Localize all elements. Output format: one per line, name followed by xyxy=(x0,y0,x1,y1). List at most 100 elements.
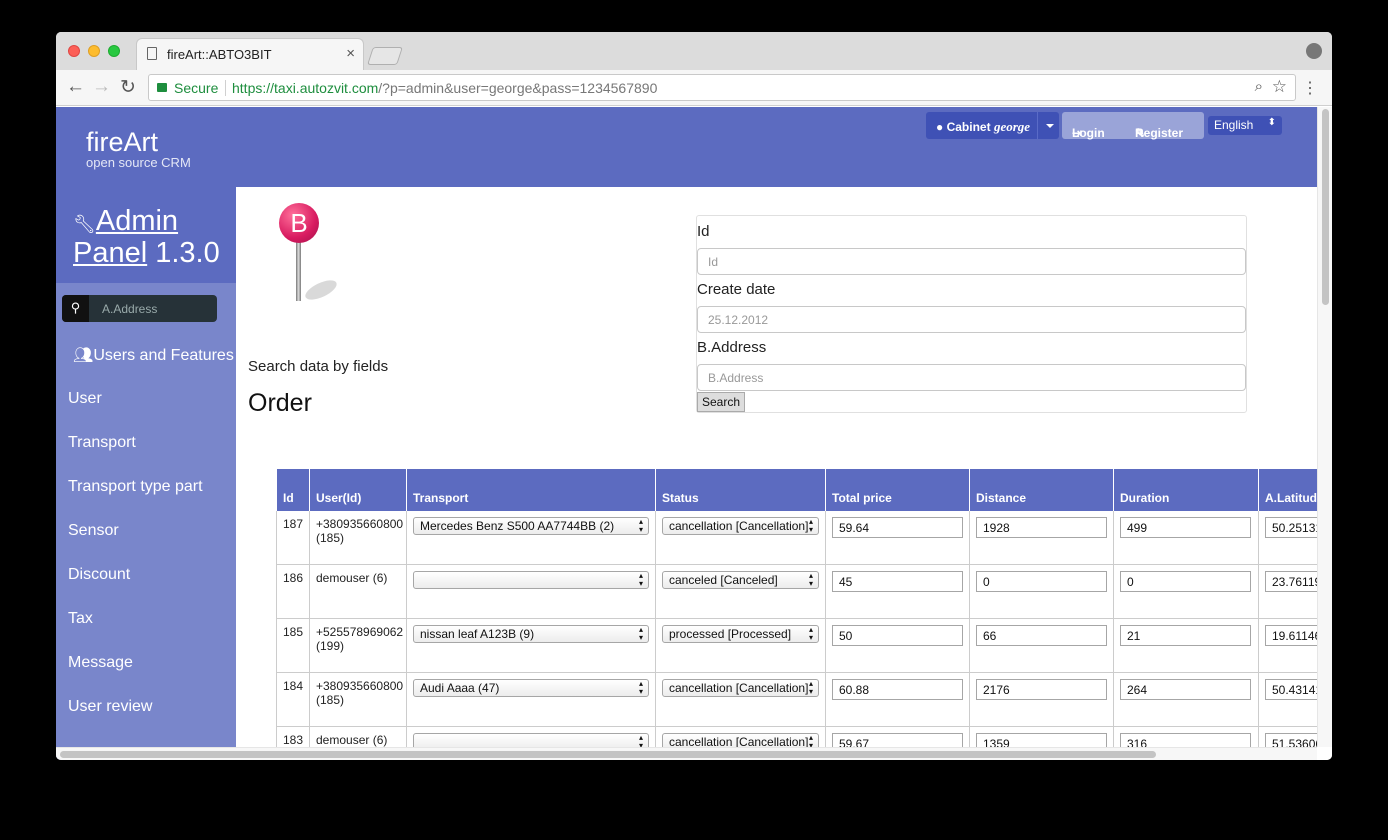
back-icon[interactable]: ← xyxy=(66,76,85,98)
col-total-price[interactable]: Total price xyxy=(825,469,969,511)
total-price-input[interactable]: 45 xyxy=(832,571,963,592)
table-row: 186 demouser (6) canceled [Canceled] 45 … xyxy=(276,565,1317,619)
total-price-input[interactable]: 59.64 xyxy=(832,517,963,538)
bookmark-star-icon[interactable]: ☆ xyxy=(1272,77,1287,97)
duration-input[interactable]: 499 xyxy=(1120,517,1251,538)
cell-distance: 0 xyxy=(969,565,1113,619)
distance-input[interactable]: 0 xyxy=(976,571,1107,592)
vertical-scroll-thumb[interactable] xyxy=(1322,109,1329,305)
cell-duration: 499 xyxy=(1113,511,1258,565)
id-input[interactable]: Id xyxy=(697,248,1246,275)
col-a-latitude[interactable]: A.Latitude xyxy=(1258,469,1317,511)
close-window-button[interactable] xyxy=(68,45,80,57)
browser-toolbar: ← → ↻ Secure https://taxi.autozvit.com/?… xyxy=(56,70,1332,106)
duration-input[interactable]: 0 xyxy=(1120,571,1251,592)
sidebar-search-placeholder: A.Address xyxy=(102,302,158,316)
url-text[interactable]: https://taxi.autozvit.com/?p=admin&user=… xyxy=(232,80,657,96)
cabinet-dropdown-toggle[interactable] xyxy=(1037,112,1059,139)
url-host: https://taxi.autozvit.com xyxy=(232,80,379,96)
sidebar-item-transport-type-part[interactable]: Transport type part xyxy=(68,478,203,496)
cell-id: 187 xyxy=(276,511,309,565)
cell-a-latitude: 23.761193 xyxy=(1258,565,1317,619)
sidebar-item-sensor[interactable]: Sensor xyxy=(68,522,119,540)
browser-tab[interactable]: fireArt::ABTO3BIT × xyxy=(136,38,364,70)
sidebar-item-message[interactable]: Message xyxy=(68,654,133,672)
a-latitude-input[interactable]: 23.761193 xyxy=(1265,571,1317,592)
a-latitude-input[interactable]: 19.611463 xyxy=(1265,625,1317,646)
create-date-input[interactable]: 25.12.2012 xyxy=(697,306,1246,333)
cell-transport: Mercedes Benz S500 AA7744BB (2) xyxy=(406,511,655,565)
transport-select[interactable]: Mercedes Benz S500 AA7744BB (2) xyxy=(413,517,649,535)
col-duration[interactable]: Duration xyxy=(1113,469,1258,511)
distance-input[interactable]: 2176 xyxy=(976,679,1107,700)
b-address-input[interactable]: B.Address xyxy=(697,364,1246,391)
sidebar-item-discount[interactable]: Discount xyxy=(68,566,130,584)
total-price-input[interactable]: 50 xyxy=(832,625,963,646)
horizontal-scrollbar[interactable] xyxy=(56,747,1317,760)
reload-icon[interactable]: ↻ xyxy=(120,76,136,99)
filter-form: Id Id Create date 25.12.2012 B.Address B… xyxy=(696,215,1247,413)
a-latitude-input[interactable]: 50.431414 xyxy=(1265,679,1317,700)
cell-id: 186 xyxy=(276,565,309,619)
duration-input[interactable]: 264 xyxy=(1120,679,1251,700)
cell-total-price: 59.64 xyxy=(825,511,969,565)
address-divider xyxy=(225,80,226,96)
distance-input[interactable]: 1928 xyxy=(976,517,1107,538)
cell-user: +525578969062 (199) xyxy=(309,619,406,673)
sidebar-item-tax[interactable]: Tax xyxy=(68,610,93,628)
browser-menu-icon[interactable]: ⋮ xyxy=(1302,78,1318,98)
transport-select[interactable] xyxy=(413,571,649,589)
col-transport[interactable]: Transport xyxy=(406,469,655,511)
new-tab-button[interactable] xyxy=(367,47,403,65)
users-icon: 👥︎ xyxy=(73,347,94,364)
cell-user: +380935660800 (185) xyxy=(309,511,406,565)
cell-a-latitude: 50.431414 xyxy=(1258,673,1317,727)
cell-user: demouser (6) xyxy=(309,565,406,619)
col-user[interactable]: User(Id) xyxy=(309,469,406,511)
status-select[interactable]: processed [Processed] xyxy=(662,625,819,643)
status-select[interactable]: cancellation [Cancellation] xyxy=(662,679,819,697)
brand-tagline: open source CRM xyxy=(86,155,191,170)
cell-user-name: +380935660800 xyxy=(316,679,404,693)
brand-name: fireArt xyxy=(86,127,159,157)
sidebar-item-user[interactable]: User xyxy=(68,390,102,408)
a-latitude-input[interactable]: 50.251310 xyxy=(1265,517,1317,538)
status-select[interactable]: canceled [Canceled] xyxy=(662,571,819,589)
duration-input[interactable]: 21 xyxy=(1120,625,1251,646)
brand-logo[interactable]: fireArt open source CRM xyxy=(86,127,191,170)
users-and-features-heading[interactable]: 👥︎Users and Features xyxy=(73,345,234,365)
cell-id: 185 xyxy=(276,619,309,673)
transport-select[interactable]: Audi Aaaa (47) xyxy=(413,679,649,697)
cabinet-button[interactable]: ● Cabinet george xyxy=(926,112,1059,139)
create-date-label: Create date xyxy=(697,281,776,298)
col-id[interactable]: Id xyxy=(276,469,309,511)
horizontal-scroll-thumb[interactable] xyxy=(60,751,1156,758)
sidebar-item-user-review[interactable]: User review xyxy=(68,698,152,716)
profile-icon[interactable] xyxy=(1306,43,1322,59)
maximize-window-button[interactable] xyxy=(108,45,120,57)
transport-select[interactable]: nissan leaf A123B (9) xyxy=(413,625,649,643)
zoom-icon[interactable]: ⌕ xyxy=(1255,78,1263,95)
distance-input[interactable]: 66 xyxy=(976,625,1107,646)
table-row: 187 +380935660800 (185) Mercedes Benz S50… xyxy=(276,511,1317,565)
pin-needle xyxy=(296,241,301,301)
map-pin-b-icon: B xyxy=(278,203,348,309)
cell-total-price: 50 xyxy=(825,619,969,673)
col-status[interactable]: Status xyxy=(655,469,825,511)
language-select[interactable]: English ⬍ xyxy=(1208,116,1282,135)
sidebar-item-transport[interactable]: Transport xyxy=(68,434,136,452)
cell-duration: 0 xyxy=(1113,565,1258,619)
cell-distance: 66 xyxy=(969,619,1113,673)
tab-strip: fireArt::ABTO3BIT × xyxy=(56,32,1332,70)
forward-icon[interactable]: → xyxy=(92,76,111,98)
search-button[interactable]: Search xyxy=(697,392,745,412)
col-distance[interactable]: Distance xyxy=(969,469,1113,511)
status-select[interactable]: cancellation [Cancellation] xyxy=(662,517,819,535)
sidebar-search[interactable]: ⚲ A.Address xyxy=(62,295,217,322)
cell-status: cancellation [Cancellation] xyxy=(655,511,825,565)
close-tab-icon[interactable]: × xyxy=(346,45,355,62)
address-bar[interactable]: Secure https://taxi.autozvit.com/?p=admi… xyxy=(148,74,1296,101)
vertical-scrollbar[interactable] xyxy=(1317,107,1332,747)
minimize-window-button[interactable] xyxy=(88,45,100,57)
total-price-input[interactable]: 60.88 xyxy=(832,679,963,700)
